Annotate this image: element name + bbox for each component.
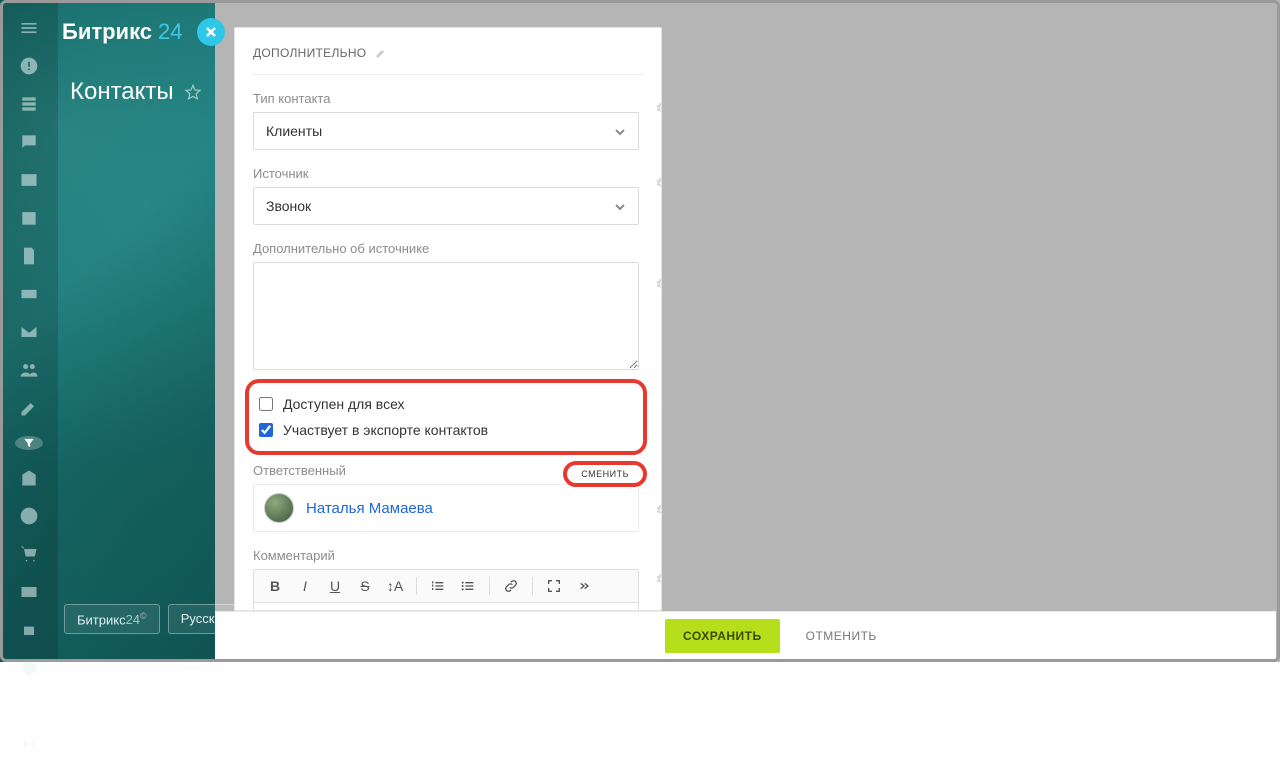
chat-icon[interactable] xyxy=(19,132,39,152)
android-icon[interactable] xyxy=(19,620,39,640)
strike-button[interactable]: S xyxy=(352,573,378,599)
source-gear-icon[interactable] xyxy=(655,176,662,190)
toolbar-divider xyxy=(416,577,417,595)
available-all-row: Доступен для всех xyxy=(259,391,633,417)
brand-badge[interactable]: Битрикс24© xyxy=(64,604,160,634)
highlighted-options: Доступен для всех Участвует в экспорте к… xyxy=(245,379,647,455)
additional-section-card: ДОПОЛНИТЕЛЬНО Тип контакта Клиенты Источ… xyxy=(234,27,662,611)
cart-icon[interactable] xyxy=(19,544,39,564)
close-sidebar-button[interactable] xyxy=(197,18,225,46)
in-export-gear-icon[interactable] xyxy=(659,427,662,441)
code-icon[interactable] xyxy=(19,734,39,754)
contact-type-select[interactable]: Клиенты xyxy=(253,112,639,150)
avatar xyxy=(264,493,294,523)
more-button[interactable] xyxy=(571,573,597,599)
responsible-gear-icon[interactable] xyxy=(655,503,662,517)
toolbar-divider xyxy=(532,577,533,595)
hamburger-icon[interactable] xyxy=(19,18,39,38)
left-sidebar: Битрикс 24 Контакты Битрикс24© Русски xyxy=(0,0,215,662)
source-label: Источник xyxy=(253,166,643,181)
cancel-button[interactable]: ОТМЕНИТЬ xyxy=(794,619,889,653)
source-extra-gear-icon[interactable] xyxy=(655,277,662,291)
page-title: Контакты xyxy=(70,78,174,106)
source-extra-field: Дополнительно об источнике xyxy=(253,241,643,373)
editor-toolbar: B I U S ↕A xyxy=(253,569,639,603)
clearformat-button[interactable]: ↕A xyxy=(382,573,408,599)
edit-section-icon[interactable] xyxy=(375,47,387,59)
brand-badge-suffix: 24 xyxy=(126,612,140,627)
swap-responsible-button[interactable]: СМЕНИТЬ xyxy=(563,461,647,487)
mail-icon[interactable] xyxy=(19,322,39,342)
doc-icon[interactable] xyxy=(19,246,39,266)
available-all-gear-icon[interactable] xyxy=(659,397,662,411)
toolbar-divider xyxy=(489,577,490,595)
responsible-person-name: Наталья Мамаева xyxy=(306,500,433,517)
brand: Битрикс 24 xyxy=(62,18,225,46)
available-all-checkbox[interactable] xyxy=(259,397,273,411)
section-title: ДОПОЛНИТЕЛЬНО xyxy=(253,46,366,60)
link-button[interactable] xyxy=(498,573,524,599)
target-icon[interactable] xyxy=(19,506,39,526)
card-icon[interactable] xyxy=(19,582,39,602)
bars-icon[interactable] xyxy=(19,696,39,716)
bold-button[interactable]: B xyxy=(262,573,288,599)
comment-label: Комментарий xyxy=(253,548,643,563)
activity-icon[interactable] xyxy=(19,56,39,76)
source-value: Звонок xyxy=(266,198,311,214)
action-bar: СОХРАНИТЬ ОТМЕНИТЬ xyxy=(215,611,1276,659)
footer-badges: Битрикс24© Русски xyxy=(64,604,235,634)
comment-gear-icon[interactable] xyxy=(655,572,662,586)
in-export-label: Участвует в экспорте контактов xyxy=(283,422,488,438)
brand-name: Битрикс xyxy=(62,19,152,45)
save-button[interactable]: СОХРАНИТЬ xyxy=(665,619,780,653)
pencil-icon[interactable] xyxy=(19,398,39,418)
nav-rail xyxy=(0,0,58,662)
crm-icon[interactable] xyxy=(19,170,39,190)
italic-button[interactable]: I xyxy=(292,573,318,599)
source-select[interactable]: Звонок xyxy=(253,187,639,225)
contact-type-label: Тип контакта xyxy=(253,91,643,106)
contact-type-gear-icon[interactable] xyxy=(655,101,662,115)
source-extra-textarea[interactable] xyxy=(253,262,639,370)
calendar-icon[interactable] xyxy=(19,208,39,228)
page-title-row: Контакты xyxy=(70,78,202,106)
comment-editor[interactable] xyxy=(253,603,639,611)
in-export-checkbox[interactable] xyxy=(259,423,273,437)
people-icon[interactable] xyxy=(19,360,39,380)
underline-button[interactable]: U xyxy=(322,573,348,599)
contact-type-field: Тип контакта Клиенты xyxy=(253,91,643,150)
source-field: Источник Звонок xyxy=(253,166,643,225)
section-header: ДОПОЛНИТЕЛЬНО xyxy=(253,46,643,75)
available-all-label: Доступен для всех xyxy=(283,396,405,412)
ordered-list-button[interactable] xyxy=(425,573,451,599)
chevron-down-icon xyxy=(614,200,626,212)
favorite-star-icon[interactable] xyxy=(184,83,202,101)
responsible-field: Ответственный СМЕНИТЬ Наталья Мамаева xyxy=(253,463,643,532)
brand-suffix: 24 xyxy=(158,19,182,45)
responsible-person-box[interactable]: Наталья Мамаева xyxy=(253,484,639,532)
fullscreen-button[interactable] xyxy=(541,573,567,599)
brand-badge-name: Битрикс xyxy=(77,612,126,627)
tasks-icon[interactable] xyxy=(19,94,39,114)
contact-type-value: Клиенты xyxy=(266,123,322,139)
chevron-down-icon xyxy=(614,125,626,137)
company-icon[interactable] xyxy=(19,468,39,488)
box-icon[interactable] xyxy=(19,658,39,678)
source-extra-label: Дополнительно об источнике xyxy=(253,241,643,256)
filter-icon[interactable] xyxy=(15,436,43,450)
comment-field: Комментарий B I U S ↕A xyxy=(253,548,643,611)
unordered-list-button[interactable] xyxy=(455,573,481,599)
drive-icon[interactable] xyxy=(19,284,39,304)
in-export-row: Участвует в экспорте контактов xyxy=(259,417,633,443)
